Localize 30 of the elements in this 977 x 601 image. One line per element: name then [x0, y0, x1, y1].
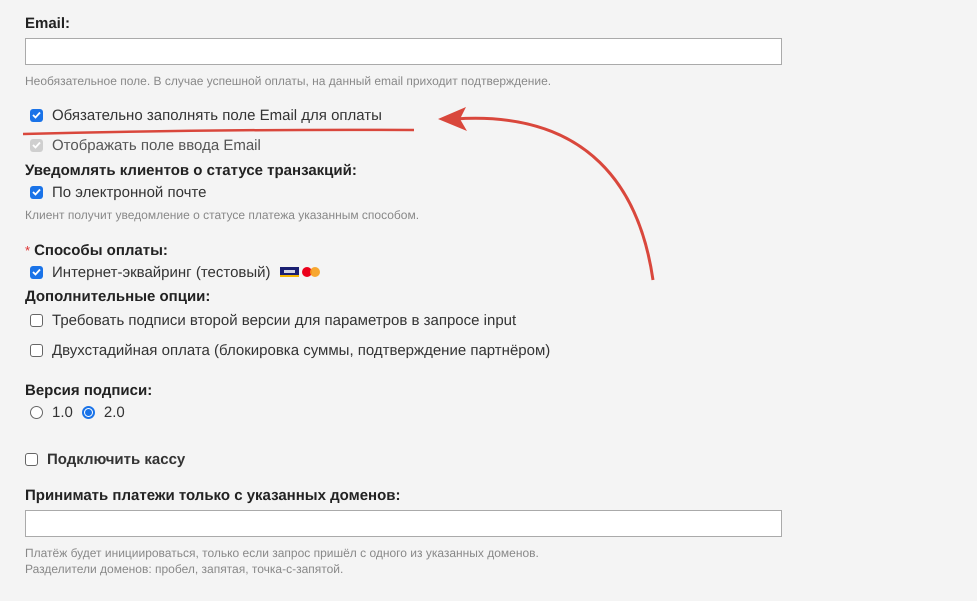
section-heading: Версия подписи: [25, 381, 152, 401]
checkbox-label: По электронной почте [52, 184, 206, 200]
checkbox[interactable] [30, 344, 43, 356]
radio-button[interactable] [30, 406, 43, 418]
email-input[interactable] [25, 38, 782, 65]
checkbox-label: Отображать поле ввода Email [52, 136, 261, 154]
checkbox-label: Подключить кассу [47, 450, 186, 468]
checkbox[interactable] [30, 314, 43, 326]
radio-label: 1.0 [52, 404, 73, 420]
checkbox-label: Требовать подписи второй версии для параметров в запросе input [52, 312, 516, 328]
checkbox[interactable] [30, 108, 43, 122]
radio-label: 2.0 [104, 404, 125, 420]
domains-label: Принимать платежи только с указанных доменов: [25, 486, 400, 506]
domains-hint: Платёж будет инициироваться, только если запрос пришёл с одного из указанных доменов. [25, 545, 539, 561]
checkbox[interactable] [30, 266, 43, 278]
domains-input[interactable] [25, 510, 782, 537]
required-mark: * [25, 243, 30, 258]
domains-hint: Разделители доменов: пробел, запятая, точка-с-запятой. [25, 561, 344, 577]
checkbox[interactable] [25, 452, 38, 466]
notify-hint: Клиент получит уведомление о статусе платежа указанным способом. [25, 207, 420, 223]
checkbox-label: Интернет-эквайринг (тестовый) [52, 264, 271, 280]
email-label: Email: [25, 14, 70, 34]
radio-button[interactable] [82, 406, 95, 418]
checkbox-label: Двухстадийная оплата (блокировка суммы, подтверждение партнёром) [52, 342, 550, 358]
section-heading: Уведомлять клиентов о статусе транзакций: [25, 161, 357, 181]
section-heading: Способы оплаты: [34, 241, 168, 261]
section-heading: Дополнительные опции: [25, 287, 210, 307]
email-hint: Необязательное поле. В случае успешной оплаты, на данный email приходит подтверждение. [25, 73, 552, 89]
checkbox[interactable] [30, 186, 43, 198]
checkbox-label: Обязательно заполнять поле Email для оплаты [52, 106, 382, 124]
